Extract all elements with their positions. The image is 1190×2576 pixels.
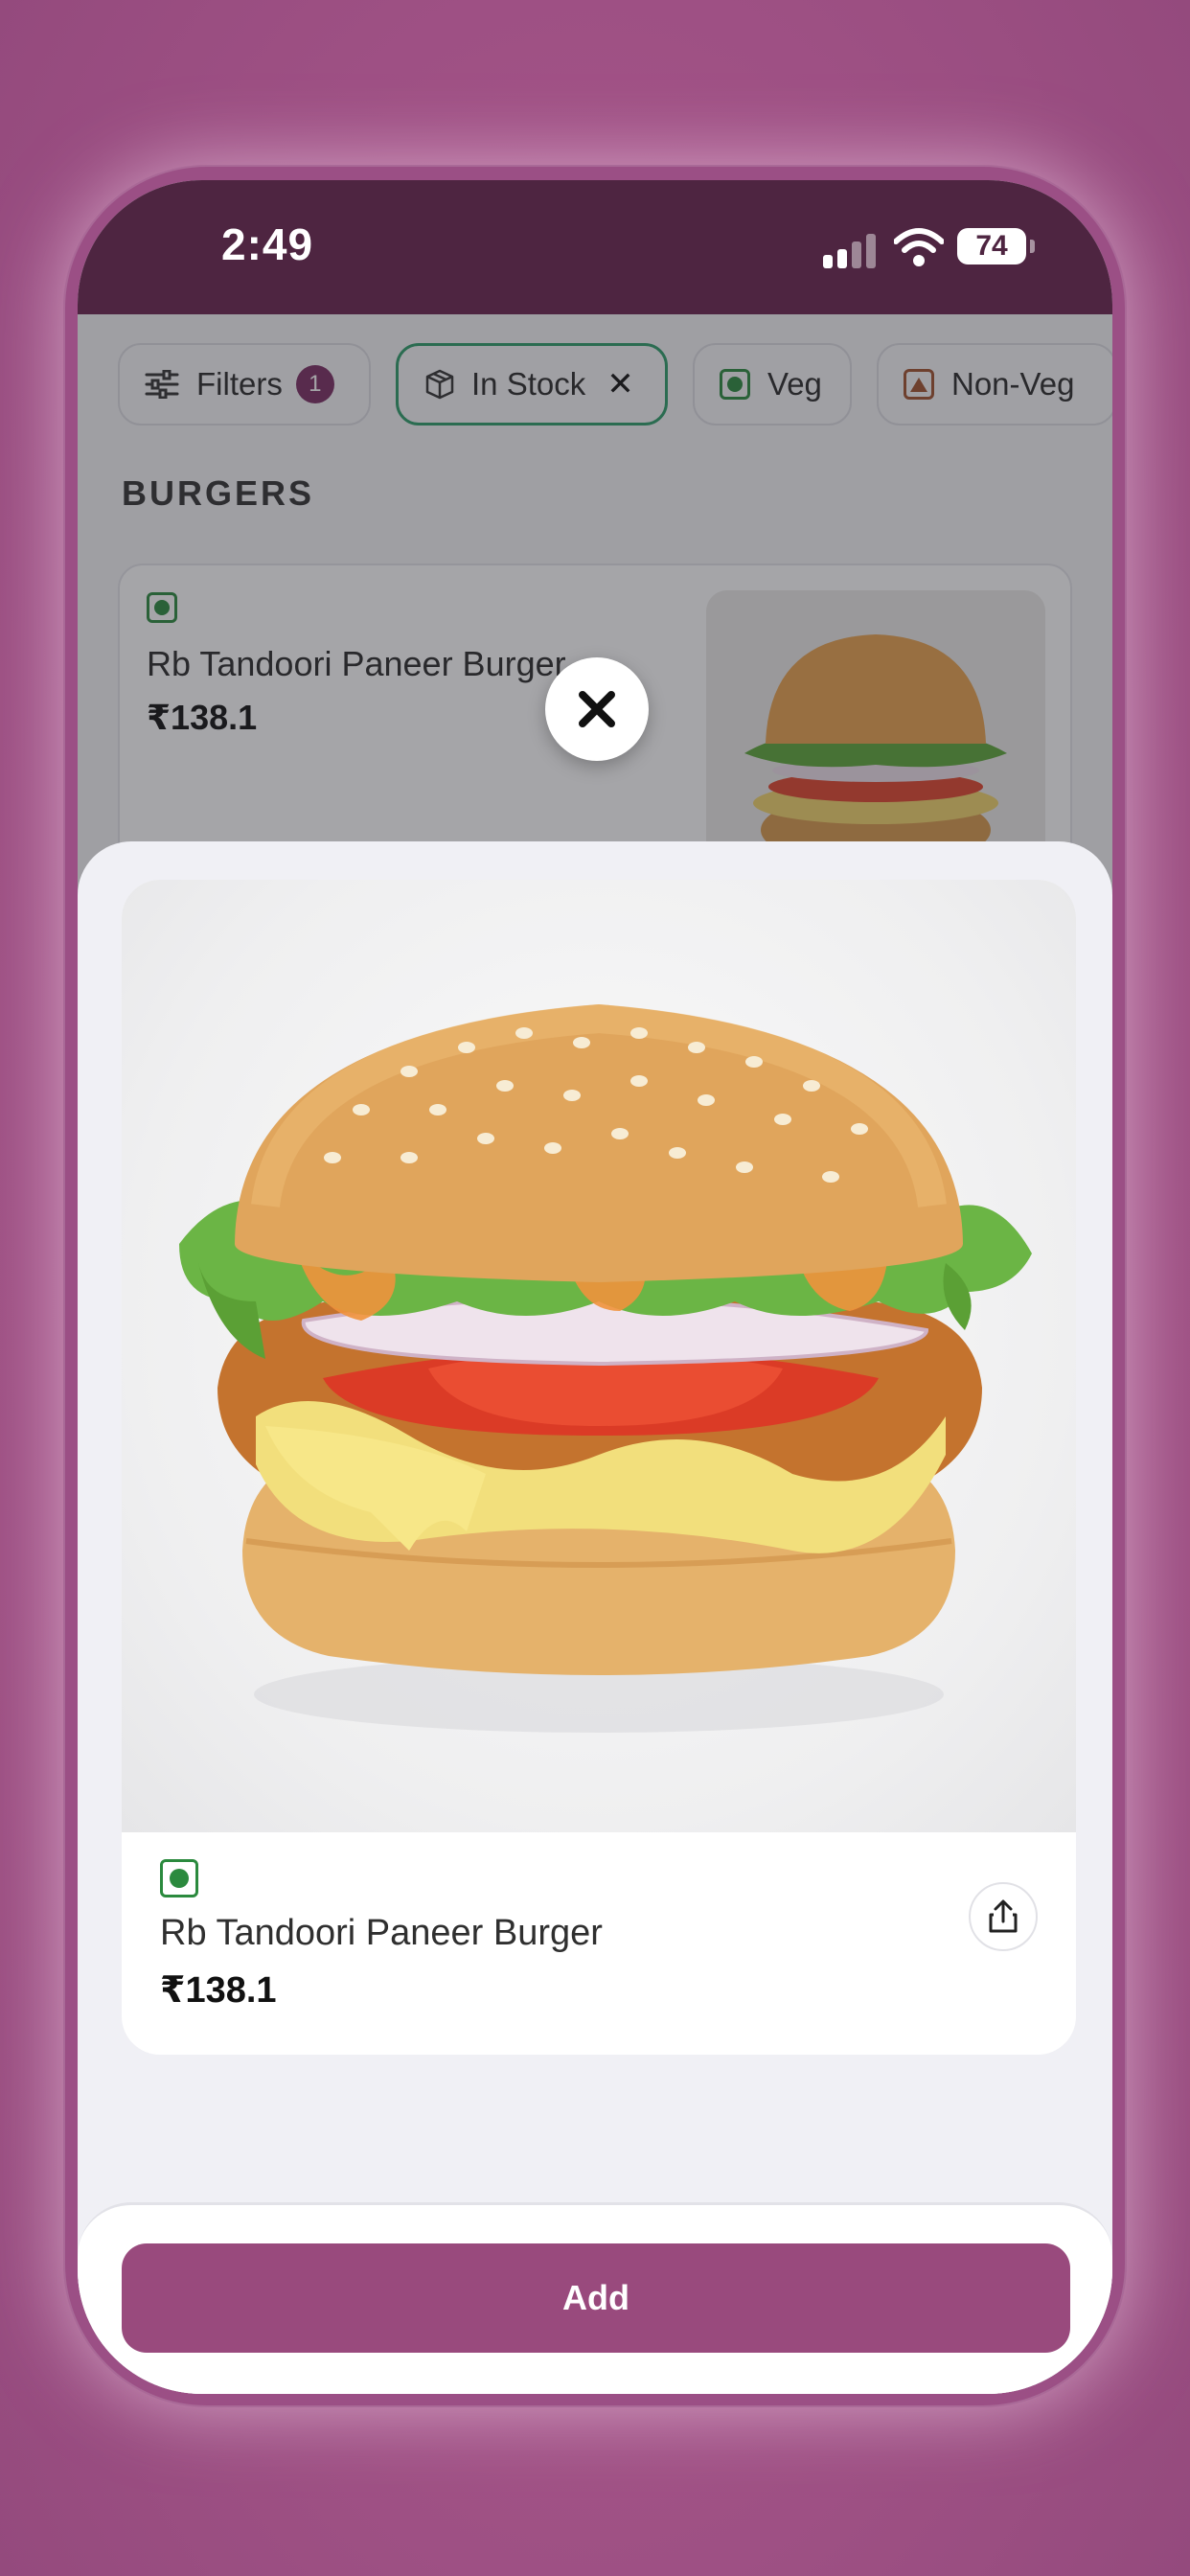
veg-icon	[160, 1859, 198, 1898]
share-icon	[989, 1899, 1018, 1933]
sheet-footer: Add	[78, 2202, 1112, 2394]
wifi-icon	[894, 228, 944, 266]
close-icon	[579, 691, 615, 727]
screen: 2:49 74 Filters 1 In Stock ✕ Veg Non-Veg…	[78, 180, 1112, 2394]
item-price: ₹138.1	[160, 1970, 277, 2011]
signal-icon	[823, 234, 877, 268]
item-detail-sheet: Rb Tandoori Paneer Burger ₹138.1	[78, 841, 1112, 2394]
burger-image	[179, 1003, 1032, 1733]
share-button[interactable]	[969, 1882, 1038, 1951]
battery-icon: 74	[957, 228, 1026, 264]
battery-tip	[1030, 240, 1035, 253]
item-name: Rb Tandoori Paneer Burger	[160, 1913, 603, 1953]
status-time: 2:49	[221, 219, 314, 269]
add-button[interactable]: Add	[122, 2243, 1070, 2353]
status-bar: 2:49 74	[78, 180, 1112, 314]
item-photo	[122, 880, 1076, 1832]
close-button[interactable]	[545, 657, 649, 761]
item-detail-card: Rb Tandoori Paneer Burger ₹138.1	[122, 880, 1076, 2055]
